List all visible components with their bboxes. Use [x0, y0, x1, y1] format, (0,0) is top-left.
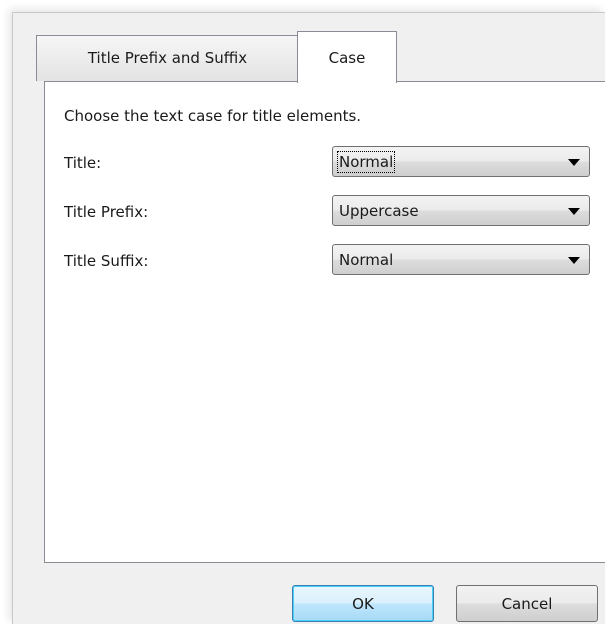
title-prefix-label: Title Prefix: — [64, 203, 149, 221]
tab-label: Case — [328, 49, 366, 67]
select-value: Normal — [339, 251, 394, 269]
select-value: Normal — [336, 151, 396, 173]
chevron-down-icon — [568, 208, 580, 215]
title-case-select[interactable]: Normal — [332, 146, 590, 177]
tab-label: Title Prefix and Suffix — [87, 49, 248, 67]
tab-case[interactable]: Case — [297, 31, 397, 83]
tab-title-prefix-and-suffix[interactable]: Title Prefix and Suffix — [36, 35, 299, 81]
cancel-button[interactable]: Cancel — [456, 585, 598, 622]
instruction-text: Choose the text case for title elements. — [64, 107, 362, 125]
chevron-down-icon — [568, 257, 580, 264]
title-suffix-label: Title Suffix: — [64, 252, 149, 270]
title-prefix-case-select[interactable]: Uppercase — [332, 195, 590, 226]
title-label: Title: — [64, 154, 102, 172]
chevron-down-icon — [568, 159, 580, 166]
dialog-window: Title Prefix and Suffix Case Choose the … — [12, 12, 605, 624]
ok-button[interactable]: OK — [292, 585, 434, 622]
select-value: Uppercase — [339, 202, 419, 220]
title-suffix-case-select[interactable]: Normal — [332, 244, 590, 275]
case-tab-panel: Choose the text case for title elements.… — [44, 81, 605, 563]
